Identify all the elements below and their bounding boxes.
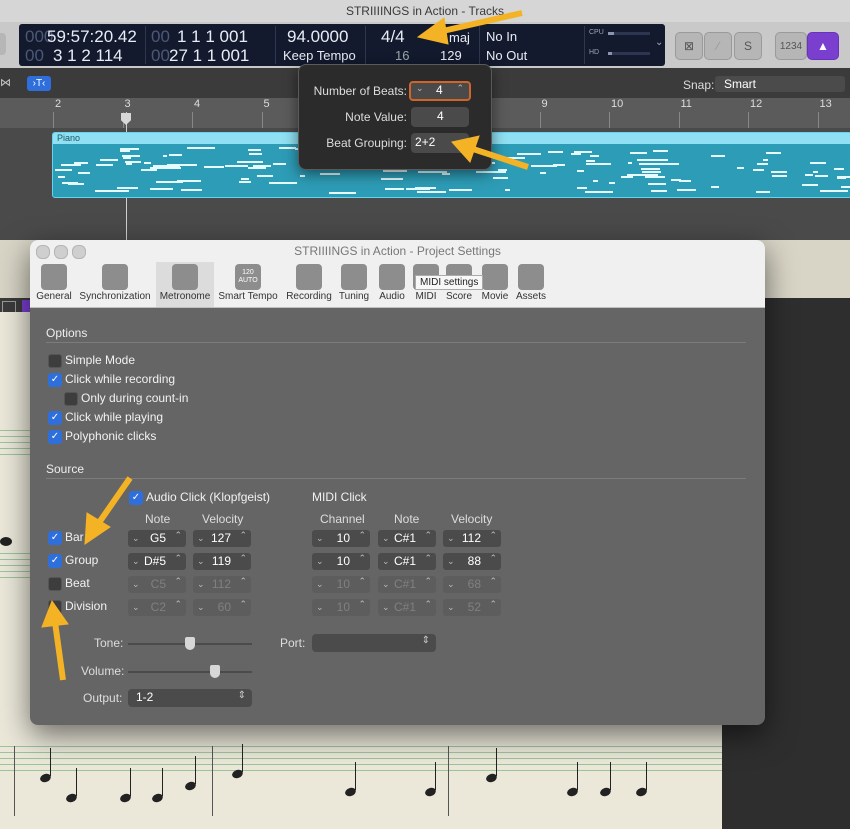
arrow-head	[416, 17, 449, 45]
arrow-shaft	[469, 145, 529, 170]
arrow-shaft	[52, 621, 66, 681]
arrow-shaft	[93, 476, 133, 529]
arrow-shaft	[433, 10, 523, 36]
arrow-head	[41, 599, 69, 628]
arrow-head	[84, 512, 111, 545]
arrow-head	[451, 135, 480, 163]
annotation-arrows	[41, 10, 529, 681]
